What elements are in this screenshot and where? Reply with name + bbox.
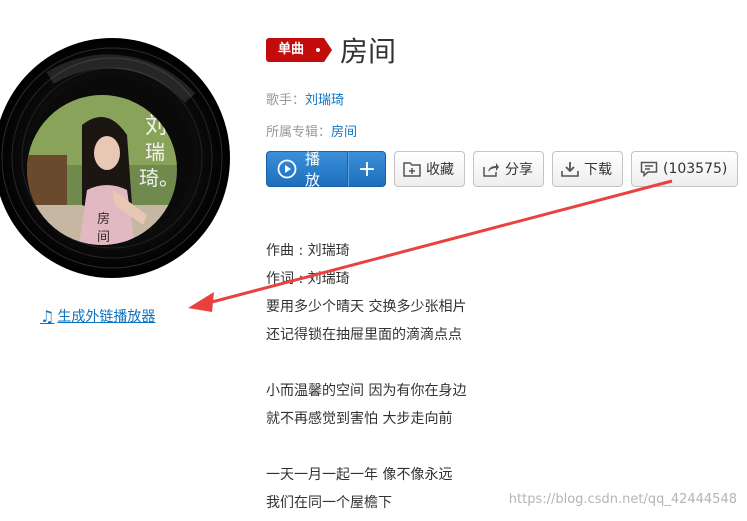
album-label: 所属专辑： xyxy=(266,125,332,140)
lyric-line: 还记得锁在抽屉里面的滴滴点点 xyxy=(266,327,462,343)
lyric-line: 要用多少个晴天 交换多少张相片 xyxy=(266,299,467,315)
cover-text: 瑞 xyxy=(145,140,165,164)
music-note-icon: ♫ xyxy=(40,306,55,326)
cover-text: 间 xyxy=(97,230,110,245)
share-icon xyxy=(482,161,500,177)
cover-text: 琦。 xyxy=(139,166,177,190)
share-label: 分享 xyxy=(505,162,533,178)
lyric-line: 作曲 : 刘瑞琦 xyxy=(266,243,350,259)
play-icon xyxy=(277,159,297,179)
badge-label: 单曲 xyxy=(278,42,305,57)
comment-icon xyxy=(640,161,658,177)
lyric-line: 一天一月一起一年 像不像永远 xyxy=(266,467,453,483)
comment-count: (103575) xyxy=(663,161,728,177)
cover-text: 房 xyxy=(97,211,110,227)
player-link-label[interactable]: 生成外链播放器 xyxy=(57,306,155,326)
title-row: 单曲 房间 xyxy=(266,30,396,70)
lyrics: 作曲 : 刘瑞琦 作词 : 刘瑞琦 要用多少个晴天 交换多少张相片 还记得锁在抽… xyxy=(266,237,466,517)
generate-player-link[interactable]: ♫ 生成外链播放器 xyxy=(40,306,155,326)
singer-row: 歌手：刘瑞琦 xyxy=(266,89,344,108)
action-buttons: 播放 + 收藏 分享 下载 (103575) xyxy=(266,150,739,189)
lyric-line: 作词 : 刘瑞琦 xyxy=(266,271,350,287)
album-record: 刘 瑞 琦。 房 间 xyxy=(0,8,242,284)
lyric-line xyxy=(266,349,466,377)
album-link[interactable]: 房间 xyxy=(331,125,357,140)
singer-label: 歌手： xyxy=(266,93,306,108)
badge-dot-icon xyxy=(316,48,321,52)
play-button[interactable]: 播放 xyxy=(266,150,348,189)
collect-button[interactable]: 收藏 xyxy=(394,151,465,187)
play-group: 播放 + xyxy=(266,150,386,189)
collect-label: 收藏 xyxy=(426,162,454,178)
comment-button[interactable]: (103575) xyxy=(631,151,739,187)
folder-add-icon xyxy=(403,161,421,177)
single-badge: 单曲 xyxy=(266,38,333,62)
album-cover: 刘 瑞 琦。 房 间 xyxy=(27,95,177,245)
add-to-playlist-button[interactable]: + xyxy=(348,151,386,187)
share-button[interactable]: 分享 xyxy=(473,151,544,187)
play-label: 播放 xyxy=(305,150,321,189)
lyric-line: 小而温馨的空间 因为有你在身边 xyxy=(266,383,467,399)
singer-link[interactable]: 刘瑞琦 xyxy=(305,93,344,108)
watermark: https://blog.csdn.net/qq_42444548 xyxy=(508,492,737,507)
lyric-line xyxy=(266,433,466,461)
download-label: 下载 xyxy=(584,162,612,178)
song-title: 房间 xyxy=(340,35,397,68)
lyric-line: 我们在同一个屋檐下 xyxy=(266,495,392,511)
download-icon xyxy=(561,161,579,177)
album-row: 所属专辑：房间 xyxy=(266,121,357,140)
download-button[interactable]: 下载 xyxy=(552,151,623,187)
lyric-line: 就不再感觉到害怕 大步走向前 xyxy=(266,411,453,427)
